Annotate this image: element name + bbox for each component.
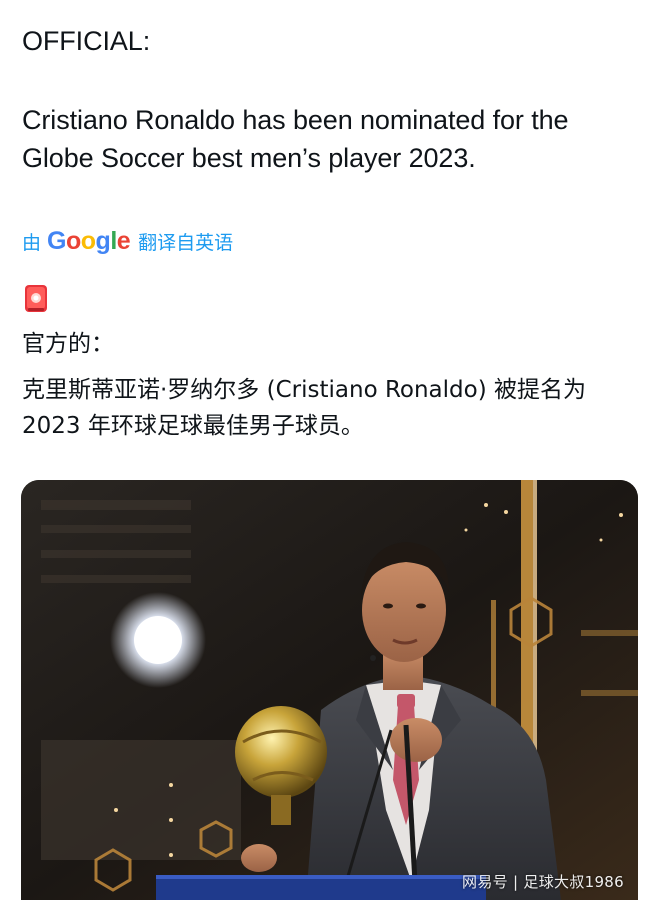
google-logo: Google: [47, 226, 131, 255]
post-body-translated: 克里斯蒂亚诺·罗纳尔多 (Cristiano Ronaldo) 被提名为 202…: [22, 377, 586, 439]
watermark: 网易号 | 足球大叔1986: [462, 873, 624, 891]
post-heading-translated: 官方的：: [22, 331, 114, 357]
translate-prefix: 由: [22, 231, 42, 254]
post-photo[interactable]: 网易号 | 足球大叔1986: [21, 480, 638, 900]
photo-ronaldo-at-podium: [21, 480, 638, 900]
translated-by-google-link[interactable]: 由 Google 翻译自英语: [22, 224, 233, 258]
translate-suffix: 翻译自英语: [138, 231, 234, 254]
post-heading-original: OFFICIAL:: [22, 26, 151, 56]
post-body-original: Cristiano Ronaldo has been nominated for…: [22, 105, 569, 173]
rotating-light-icon: [25, 285, 47, 312]
